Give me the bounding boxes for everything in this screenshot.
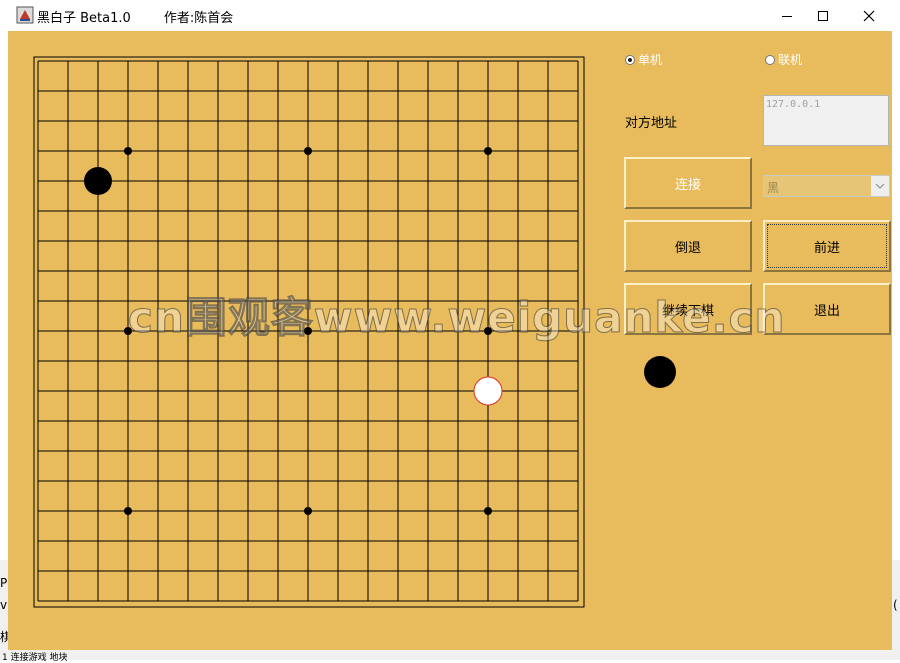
background-text: (: [893, 598, 898, 612]
background-text: P: [0, 576, 8, 590]
close-icon: [863, 10, 875, 21]
background-text: 1 连接游戏 地块: [2, 653, 68, 663]
star-point: [304, 147, 312, 155]
title-bar: 黑白子 Beta1.0 作者:陈首会: [8, 0, 892, 31]
undo-button[interactable]: 倒退: [624, 220, 752, 272]
radio-indicator: [625, 54, 635, 65]
single-player-label: 单机: [638, 53, 663, 67]
connect-button[interactable]: 连接: [624, 157, 752, 209]
online-radio[interactable]: 联机: [765, 51, 802, 68]
chevron-down-icon[interactable]: [871, 176, 889, 196]
star-point: [124, 147, 132, 155]
white-stone: [473, 376, 503, 406]
java-app-icon: [16, 6, 34, 24]
background-text: v: [0, 598, 8, 612]
address-input[interactable]: 127.0.0.1: [763, 95, 889, 146]
minimize-icon: [782, 15, 792, 17]
current-turn-stone: [644, 356, 676, 388]
online-label: 联机: [778, 53, 803, 67]
star-point: [484, 507, 492, 515]
star-point: [484, 147, 492, 155]
color-select-value: 黑: [767, 181, 780, 195]
watermark: cn围观客www.weiguanke.cn: [127, 293, 786, 343]
star-point: [304, 507, 312, 515]
single-player-radio[interactable]: 单机: [625, 51, 662, 68]
address-label: 对方地址: [625, 116, 678, 131]
maximize-button[interactable]: [800, 0, 846, 31]
forward-button[interactable]: 前进: [763, 220, 891, 272]
window-title: 黑白子 Beta1.0 作者:陈首会: [37, 11, 234, 26]
color-select[interactable]: 黑: [763, 175, 890, 197]
black-stone: [84, 167, 112, 195]
radio-indicator: [765, 54, 775, 65]
maximize-icon: [818, 10, 828, 21]
close-button[interactable]: [846, 0, 892, 31]
star-point: [124, 507, 132, 515]
